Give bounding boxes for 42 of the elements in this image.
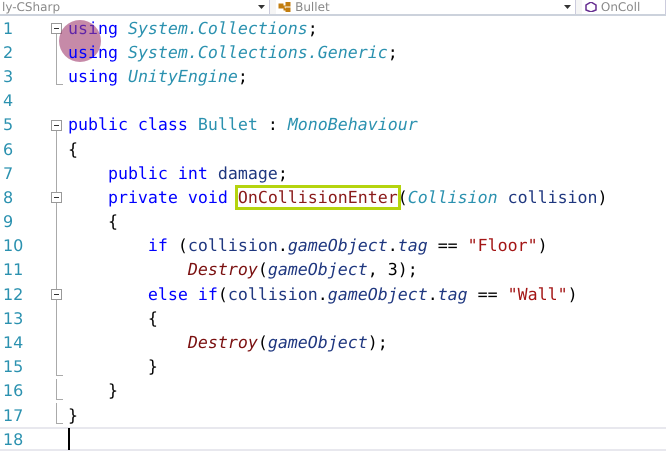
line-number: 15	[2, 357, 24, 376]
code-line: Destroy(gameObject);	[186, 333, 388, 352]
line-number: 6	[2, 140, 14, 159]
collapse-icon[interactable]	[51, 23, 62, 34]
line-number: 13	[2, 308, 24, 328]
code-line: Destroy(gameObject, 3);	[186, 260, 418, 280]
code-line: private void OnCollisionEnter(Collision collision)	[68, 188, 608, 207]
line-number: 17	[2, 406, 24, 425]
navigation-dropdown[interactable]: OnColl	[582, 0, 666, 14]
line-number: 11	[2, 260, 24, 280]
code-line: {	[68, 140, 78, 159]
collapse-icon[interactable]	[51, 120, 62, 131]
navigation-dropdown[interactable]: Bullet	[276, 0, 576, 14]
code-line: public class Bullet : MonoBehaviour	[68, 115, 418, 134]
navigation-dropdown[interactable]: ly-CSharp	[0, 0, 270, 14]
line-number: 10	[2, 236, 24, 256]
code-line: if (collision.gameObject.tag == "Floor")	[146, 236, 548, 256]
dropdown-caret-icon	[258, 5, 266, 9]
code-line: using UnityEngine;	[68, 66, 248, 86]
code-line: {	[106, 212, 118, 232]
class-icon	[278, 2, 292, 12]
line-number: 1	[2, 18, 14, 38]
line-number: 12	[2, 284, 24, 304]
line-number: 5	[2, 115, 14, 134]
dropdown-caret-icon	[564, 5, 571, 9]
line-number: 2	[2, 42, 14, 62]
collapse-icon[interactable]	[51, 192, 62, 204]
line-number: 3	[2, 66, 14, 86]
code-line: public int damage;	[106, 164, 288, 183]
line-number: 8	[2, 188, 14, 207]
code-line: {	[146, 308, 158, 328]
line-number: 7	[2, 164, 14, 183]
line-number: 14	[2, 333, 24, 352]
code-line: }	[68, 406, 78, 425]
code-line: }	[106, 381, 118, 400]
line-number: 4	[2, 91, 14, 110]
collapse-icon[interactable]	[51, 289, 62, 300]
code-line: }	[146, 357, 158, 376]
code-line: else if(collision.gameObject.tag == "Wall")	[146, 284, 578, 304]
line-number: 9	[2, 212, 14, 232]
line-number: 18	[2, 430, 24, 449]
line-number: 16	[2, 381, 24, 400]
